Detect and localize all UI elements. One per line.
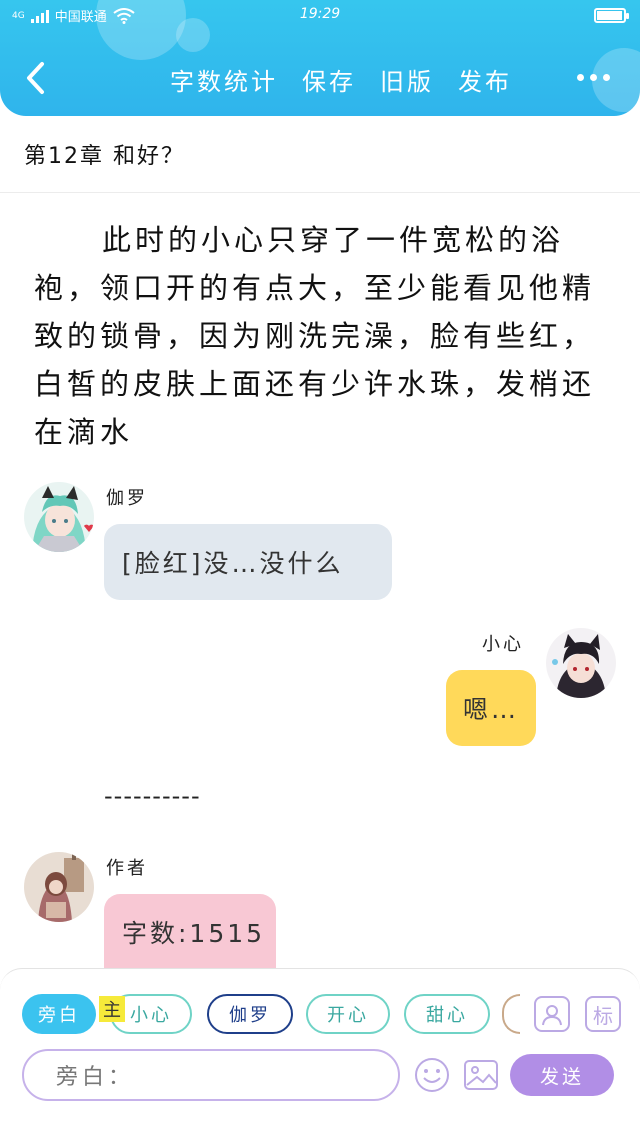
message-bubble[interactable]: 嗯… [446,670,536,746]
old-version-button[interactable]: 旧版 [380,62,434,97]
avatar-image [546,628,616,698]
avatar-xiaoxin[interactable] [546,628,616,698]
message-input[interactable]: 旁白： [22,1049,400,1101]
dot-icon [590,74,597,81]
separator-line: ---------- [104,782,201,810]
image-icon [464,1060,498,1090]
character-icon[interactable] [534,996,570,1032]
role-chip-jialuo[interactable]: 伽罗 [207,994,293,1034]
chevron-left-icon [27,62,44,94]
status-time: 19:29 [299,6,341,22]
person-icon [542,1005,562,1026]
message-bubble[interactable]: 字数:1515 [104,894,276,970]
publish-button[interactable]: 发布 [458,62,512,97]
decor-bubble [176,18,210,52]
tag-icon[interactable]: 标 [585,996,621,1032]
role-chip-kaixin[interactable]: 开心 [306,994,390,1034]
speaker-name: 小心 [482,634,524,655]
save-button[interactable]: 保存 [302,62,356,97]
smiley-icon [415,1058,449,1092]
chapter-title[interactable]: 第12章 和好？ [24,138,185,170]
dot-icon [603,74,610,81]
send-button[interactable]: 发送 [510,1054,614,1096]
battery-fill [597,11,622,20]
emoji-button[interactable] [413,1056,451,1094]
image-button[interactable] [462,1056,500,1094]
back-button[interactable] [18,58,52,98]
dot-icon [577,74,584,81]
speaker-name: 伽罗 [106,488,148,509]
app-header: 4G 中国联通 19:29 字数统计 保存 旧版 发布 [0,0,640,116]
narration-text[interactable]: 此时的小心只穿了一件宽松的浴袍，领口开的有点大，至少能看见他精致的锁骨，因为刚洗… [34,216,614,456]
role-chip-tianxin[interactable]: 甜心 [404,994,490,1034]
avatar-jialuo[interactable] [24,482,94,552]
header-toolbar: 字数统计 保存 旧版 发布 [170,62,512,97]
battery-icon [594,8,629,23]
avatar-image [24,482,94,552]
more-options-button[interactable] [577,74,610,81]
main-role-badge: 主 [99,996,125,1022]
word-count-button[interactable]: 字数统计 [170,62,278,97]
speaker-name: 作者 [106,858,148,879]
message-bubble[interactable]: [脸红]没…没什么 [104,524,392,600]
divider [0,192,640,193]
avatar-image [24,852,94,922]
avatar-author[interactable] [24,852,94,922]
role-chip-narration[interactable]: 旁白 [22,994,96,1034]
